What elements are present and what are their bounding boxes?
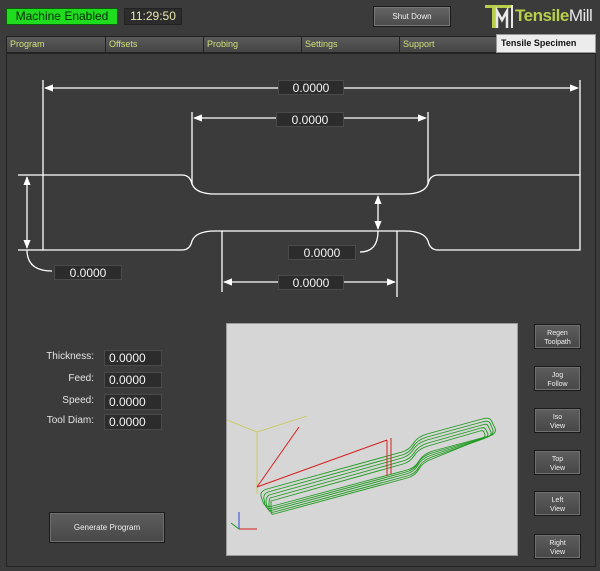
tool-diam-field[interactable] (104, 414, 162, 430)
top-view-button[interactable]: Top View (534, 450, 581, 475)
machine-status-badge: Machine Enabled (6, 8, 118, 25)
tab-bar: Program Offsets Probing Settings Support… (6, 34, 596, 53)
jog-follow-button[interactable]: Jog Follow (534, 366, 581, 391)
tab-probing[interactable]: Probing (203, 36, 301, 53)
app-window: Machine Enabled 11:29:50 Shut Down Tensi… (0, 0, 600, 571)
regen-toolpath-button[interactable]: Regen Toolpath (534, 324, 581, 349)
logo-wordmark: TensileMill (515, 6, 593, 26)
clock-display: 11:29:50 (124, 8, 182, 25)
left-view-label-1: Left (551, 496, 564, 504)
iso-view-label-2: View (549, 422, 566, 430)
tm-logo-icon (485, 5, 513, 28)
tensilemill-logo: TensileMill (485, 3, 597, 29)
iso-view-label-1: Iso (552, 413, 563, 421)
speed-label: Speed: (62, 395, 94, 406)
top-view-label-2: View (549, 464, 566, 472)
jog-follow-label-1: Jog (551, 371, 564, 379)
overall-length-field[interactable] (278, 80, 344, 95)
thickness-label: Thickness: (46, 351, 94, 362)
regen-toolpath-label-1: Regen (547, 329, 568, 337)
top-view-label-1: Top (551, 455, 564, 463)
logo-suffix: Mill (568, 6, 593, 25)
fillet-radius-field[interactable] (288, 245, 356, 260)
regen-toolpath-label-2: Toolpath (544, 338, 571, 346)
toolpath-render (227, 415, 496, 530)
feed-field[interactable] (104, 372, 162, 388)
shut-down-button[interactable]: Shut Down (373, 6, 451, 27)
tab-settings[interactable]: Settings (301, 36, 399, 53)
feed-label: Feed: (68, 373, 94, 384)
speed-field[interactable] (104, 394, 162, 410)
axis-gizmo (230, 512, 257, 530)
gauge-length-field[interactable] (278, 275, 344, 290)
tab-program[interactable]: Program (6, 36, 105, 53)
tool-diam-label: Tool Diam: (46, 415, 94, 426)
iso-view-button[interactable]: Iso View (534, 408, 581, 433)
left-view-label-2: View (549, 505, 566, 513)
jog-follow-label-2: Follow (547, 380, 568, 388)
right-view-button[interactable]: Right View (534, 534, 581, 559)
tool-indicator (256, 426, 392, 488)
toolpath-viewport[interactable] (226, 323, 518, 556)
left-view-button[interactable]: Left View (534, 491, 581, 516)
tab-tensile-specimen[interactable]: Tensile Specimen (496, 34, 596, 53)
right-view-label-2: View (549, 548, 566, 556)
right-view-label-1: Right (549, 539, 566, 547)
tab-support[interactable]: Support (399, 36, 496, 53)
logo-brand: Tensile (515, 6, 569, 25)
toolpath-lines (260, 417, 496, 515)
reduced-length-field[interactable] (276, 112, 344, 127)
grip-width-field[interactable] (54, 265, 122, 280)
tab-offsets[interactable]: Offsets (105, 36, 203, 53)
thickness-field[interactable] (104, 350, 162, 366)
generate-program-button[interactable]: Generate Program (49, 512, 165, 543)
